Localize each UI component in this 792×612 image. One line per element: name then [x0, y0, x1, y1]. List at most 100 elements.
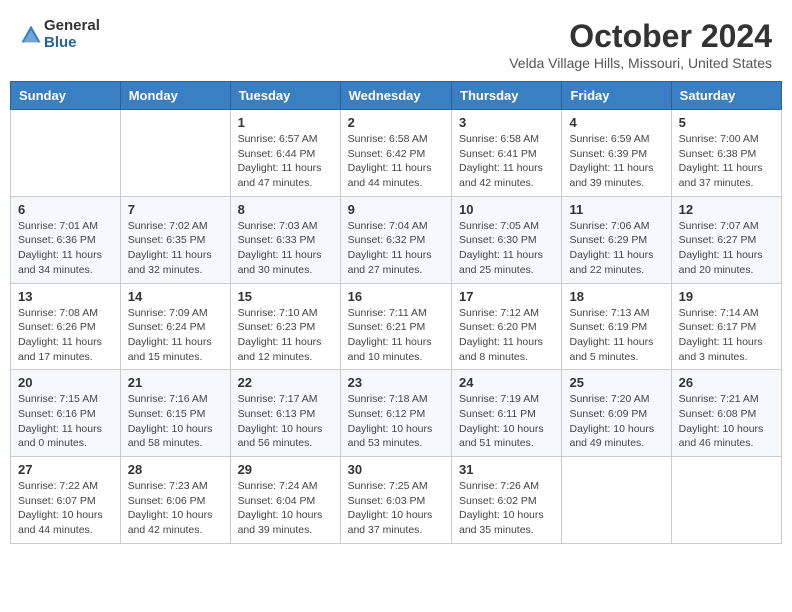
calendar-cell: 21 Sunrise: 7:16 AMSunset: 6:15 PMDayligh…: [120, 370, 230, 457]
calendar-cell: 25 Sunrise: 7:20 AMSunset: 6:09 PMDayligh…: [562, 370, 671, 457]
calendar-cell: 29Sunrise: 7:24 AMSunset: 6:04 PMDayligh…: [230, 457, 340, 544]
calendar-table: SundayMondayTuesdayWednesdayThursdayFrid…: [10, 81, 782, 544]
day-info: Sunrise: 7:14 AMSunset: 6:17 PMDaylight:…: [679, 306, 774, 365]
day-number: 13: [18, 289, 113, 304]
day-info: Sunrise: 7:25 AMSunset: 6:03 PMDaylight:…: [348, 479, 444, 538]
day-info: Sunrise: 7:03 AMSunset: 6:33 PMDaylight:…: [238, 219, 333, 278]
calendar-cell: 13 Sunrise: 7:08 AMSunset: 6:26 PMDayligh…: [11, 283, 121, 370]
calendar-cell: 8Sunrise: 7:03 AMSunset: 6:33 PMDaylight…: [230, 196, 340, 283]
logo-icon: [20, 24, 42, 46]
calendar-cell: 11 Sunrise: 7:06 AMSunset: 6:29 PMDayligh…: [562, 196, 671, 283]
day-info: Sunrise: 7:07 AMSunset: 6:27 PMDaylight:…: [679, 219, 774, 278]
page-header: General Blue October 2024 Velda Village …: [10, 10, 782, 75]
day-info: Sunrise: 6:58 AMSunset: 6:41 PMDaylight:…: [459, 132, 554, 191]
column-header-wednesday: Wednesday: [340, 82, 451, 110]
calendar-cell: [562, 457, 671, 544]
day-number: 23: [348, 375, 444, 390]
day-info: Sunrise: 7:19 AMSunset: 6:11 PMDaylight:…: [459, 392, 554, 451]
day-number: 22: [238, 375, 333, 390]
day-number: 10: [459, 202, 554, 217]
calendar-cell: 27 Sunrise: 7:22 AMSunset: 6:07 PMDayligh…: [11, 457, 121, 544]
day-info: Sunrise: 7:13 AMSunset: 6:19 PMDaylight:…: [569, 306, 663, 365]
day-number: 14: [128, 289, 223, 304]
calendar-cell: 19 Sunrise: 7:14 AMSunset: 6:17 PMDayligh…: [671, 283, 781, 370]
day-number: 4: [569, 115, 663, 130]
day-info: Sunrise: 7:22 AMSunset: 6:07 PMDaylight:…: [18, 479, 113, 538]
day-number: 25: [569, 375, 663, 390]
day-number: 17: [459, 289, 554, 304]
calendar-week-3: 13 Sunrise: 7:08 AMSunset: 6:26 PMDayligh…: [11, 283, 782, 370]
day-info: Sunrise: 7:15 AMSunset: 6:16 PMDaylight:…: [18, 392, 113, 451]
day-info: Sunrise: 7:06 AMSunset: 6:29 PMDaylight:…: [569, 219, 663, 278]
day-number: 21: [128, 375, 223, 390]
calendar-cell: 23 Sunrise: 7:18 AMSunset: 6:12 PMDayligh…: [340, 370, 451, 457]
day-info: Sunrise: 7:12 AMSunset: 6:20 PMDaylight:…: [459, 306, 554, 365]
calendar-cell: 26Sunrise: 7:21 AMSunset: 6:08 PMDayligh…: [671, 370, 781, 457]
calendar-cell: 9Sunrise: 7:04 AMSunset: 6:32 PMDaylight…: [340, 196, 451, 283]
column-header-tuesday: Tuesday: [230, 82, 340, 110]
calendar-cell: 1 Sunrise: 6:57 AMSunset: 6:44 PMDaylight…: [230, 110, 340, 197]
day-info: Sunrise: 6:58 AMSunset: 6:42 PMDaylight:…: [348, 132, 444, 191]
day-info: Sunrise: 7:17 AMSunset: 6:13 PMDaylight:…: [238, 392, 333, 451]
calendar-cell: 14 Sunrise: 7:09 AMSunset: 6:24 PMDayligh…: [120, 283, 230, 370]
calendar-cell: 18 Sunrise: 7:13 AMSunset: 6:19 PMDayligh…: [562, 283, 671, 370]
day-number: 15: [238, 289, 333, 304]
day-number: 30: [348, 462, 444, 477]
calendar-week-2: 6 Sunrise: 7:01 AMSunset: 6:36 PMDaylight…: [11, 196, 782, 283]
calendar-cell: [120, 110, 230, 197]
calendar-cell: 30 Sunrise: 7:25 AMSunset: 6:03 PMDayligh…: [340, 457, 451, 544]
calendar-cell: 31 Sunrise: 7:26 AMSunset: 6:02 PMDayligh…: [452, 457, 562, 544]
logo: General Blue: [20, 18, 100, 51]
calendar-week-4: 20Sunrise: 7:15 AMSunset: 6:16 PMDayligh…: [11, 370, 782, 457]
day-info: Sunrise: 7:10 AMSunset: 6:23 PMDaylight:…: [238, 306, 333, 365]
day-info: Sunrise: 7:16 AMSunset: 6:15 PMDaylight:…: [128, 392, 223, 451]
day-number: 1: [238, 115, 333, 130]
day-info: Sunrise: 7:20 AMSunset: 6:09 PMDaylight:…: [569, 392, 663, 451]
calendar-cell: 4Sunrise: 6:59 AMSunset: 6:39 PMDaylight…: [562, 110, 671, 197]
day-number: 27: [18, 462, 113, 477]
day-info: Sunrise: 7:02 AMSunset: 6:35 PMDaylight:…: [128, 219, 223, 278]
calendar-cell: 3 Sunrise: 6:58 AMSunset: 6:41 PMDaylight…: [452, 110, 562, 197]
day-number: 7: [128, 202, 223, 217]
day-number: 26: [679, 375, 774, 390]
day-info: Sunrise: 7:11 AMSunset: 6:21 PMDaylight:…: [348, 306, 444, 365]
day-info: Sunrise: 7:08 AMSunset: 6:26 PMDaylight:…: [18, 306, 113, 365]
day-number: 9: [348, 202, 444, 217]
day-info: Sunrise: 6:57 AMSunset: 6:44 PMDaylight:…: [238, 132, 333, 191]
calendar-cell: [671, 457, 781, 544]
day-number: 31: [459, 462, 554, 477]
calendar-cell: 7 Sunrise: 7:02 AMSunset: 6:35 PMDaylight…: [120, 196, 230, 283]
column-header-thursday: Thursday: [452, 82, 562, 110]
logo-text: General Blue: [44, 18, 100, 51]
month-title: October 2024: [509, 18, 772, 55]
day-info: Sunrise: 7:23 AMSunset: 6:06 PMDaylight:…: [128, 479, 223, 538]
day-number: 18: [569, 289, 663, 304]
day-number: 11: [569, 202, 663, 217]
day-number: 16: [348, 289, 444, 304]
location: Velda Village Hills, Missouri, United St…: [509, 55, 772, 71]
day-info: Sunrise: 7:24 AMSunset: 6:04 PMDaylight:…: [238, 479, 333, 538]
calendar-cell: 5Sunrise: 7:00 AMSunset: 6:38 PMDaylight…: [671, 110, 781, 197]
day-info: Sunrise: 7:05 AMSunset: 6:30 PMDaylight:…: [459, 219, 554, 278]
day-number: 19: [679, 289, 774, 304]
day-number: 3: [459, 115, 554, 130]
day-info: Sunrise: 7:18 AMSunset: 6:12 PMDaylight:…: [348, 392, 444, 451]
calendar-cell: 10 Sunrise: 7:05 AMSunset: 6:30 PMDayligh…: [452, 196, 562, 283]
column-header-monday: Monday: [120, 82, 230, 110]
calendar-cell: 17 Sunrise: 7:12 AMSunset: 6:20 PMDayligh…: [452, 283, 562, 370]
calendar-week-1: 1 Sunrise: 6:57 AMSunset: 6:44 PMDaylight…: [11, 110, 782, 197]
calendar-cell: [11, 110, 121, 197]
calendar-cell: 24Sunrise: 7:19 AMSunset: 6:11 PMDayligh…: [452, 370, 562, 457]
day-number: 28: [128, 462, 223, 477]
day-info: Sunrise: 7:26 AMSunset: 6:02 PMDaylight:…: [459, 479, 554, 538]
day-info: Sunrise: 7:09 AMSunset: 6:24 PMDaylight:…: [128, 306, 223, 365]
day-info: Sunrise: 7:00 AMSunset: 6:38 PMDaylight:…: [679, 132, 774, 191]
day-number: 6: [18, 202, 113, 217]
calendar-cell: 15 Sunrise: 7:10 AMSunset: 6:23 PMDayligh…: [230, 283, 340, 370]
calendar-cell: 28 Sunrise: 7:23 AMSunset: 6:06 PMDayligh…: [120, 457, 230, 544]
calendar-cell: 16 Sunrise: 7:11 AMSunset: 6:21 PMDayligh…: [340, 283, 451, 370]
day-info: Sunrise: 7:01 AMSunset: 6:36 PMDaylight:…: [18, 219, 113, 278]
column-header-saturday: Saturday: [671, 82, 781, 110]
calendar-cell: 6 Sunrise: 7:01 AMSunset: 6:36 PMDaylight…: [11, 196, 121, 283]
calendar-cell: 20Sunrise: 7:15 AMSunset: 6:16 PMDayligh…: [11, 370, 121, 457]
